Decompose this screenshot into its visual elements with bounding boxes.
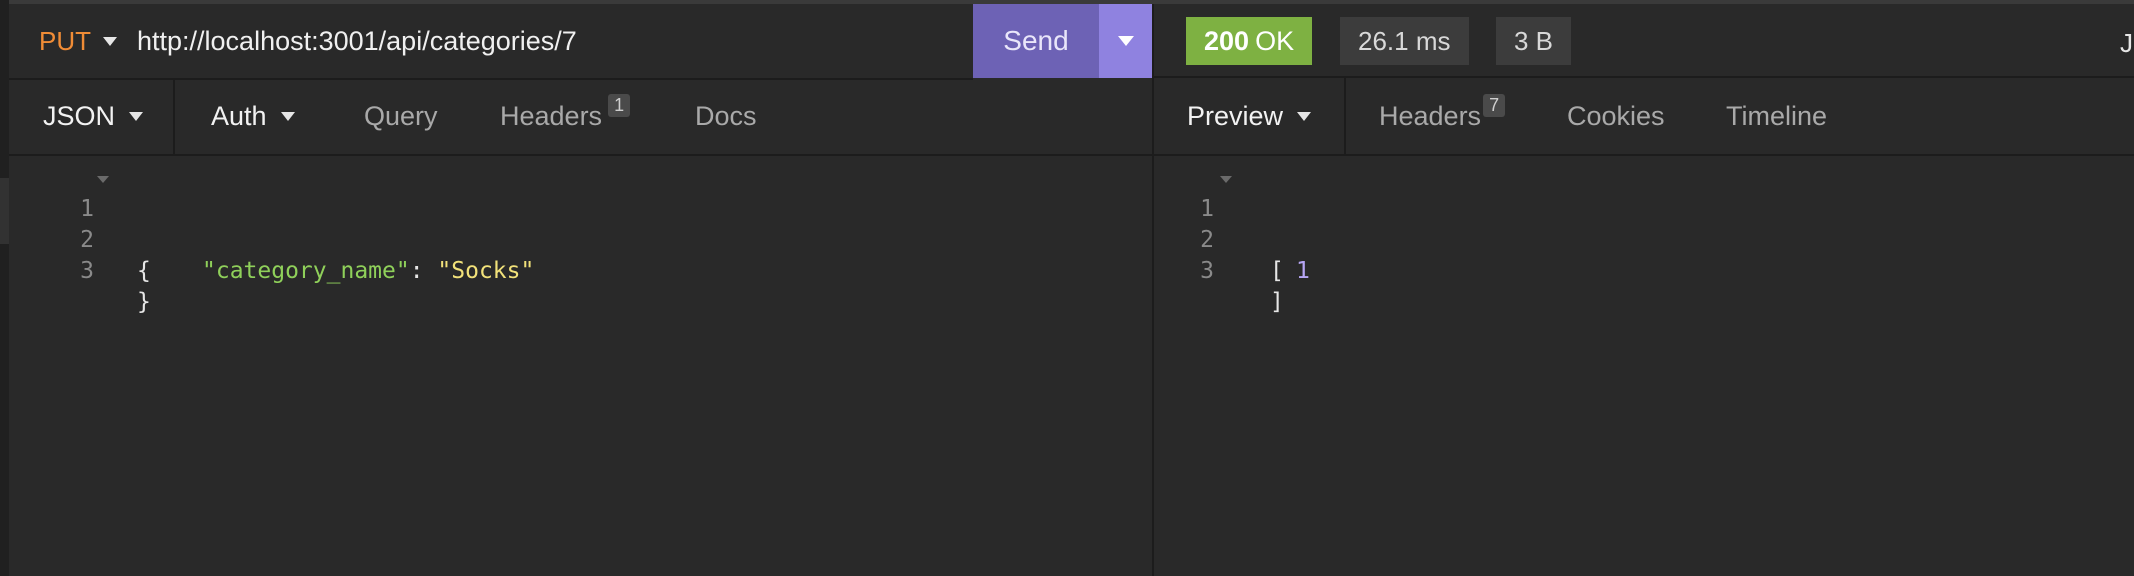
json-key: "category_name" bbox=[202, 258, 410, 284]
tab-label: Docs bbox=[695, 100, 757, 131]
brace-open: { bbox=[137, 258, 151, 284]
code-line: 2 "category_name": "Socks" bbox=[9, 194, 1109, 284]
code-line: 3 ] bbox=[1154, 225, 2054, 315]
json-pair: "category_name": "Socks" bbox=[202, 256, 534, 287]
caret-down-icon bbox=[280, 111, 295, 121]
fold-arrow-icon[interactable] bbox=[97, 176, 109, 183]
tab-label: Query bbox=[364, 100, 438, 131]
response-status-bar: 200 OK 26.1 ms 3 B J bbox=[1152, 4, 2134, 78]
status-text: OK bbox=[1255, 25, 1295, 56]
code-line: 1 { bbox=[9, 163, 1109, 284]
url-input[interactable]: http://localhost:3001/api/categories/7 bbox=[137, 26, 577, 57]
code-line: 2 1 bbox=[1154, 194, 2054, 284]
tab-label: Cookies bbox=[1567, 100, 1665, 131]
send-dropdown-button[interactable] bbox=[1099, 4, 1152, 78]
code-line: 3 } bbox=[9, 225, 1109, 315]
tab-query[interactable]: Query bbox=[364, 78, 438, 154]
method-selector[interactable]: PUT bbox=[39, 26, 91, 57]
response-preview: 1 [ 2 1 3 ] bbox=[1152, 156, 2134, 576]
insomnia-window: PUT http://localhost:3001/api/categories… bbox=[0, 0, 2134, 576]
headers-count-badge: 7 bbox=[1483, 93, 1506, 117]
code-line: 1 [ bbox=[1154, 163, 2054, 284]
json-value: "Socks" bbox=[437, 258, 535, 284]
tab-label: Headers bbox=[500, 100, 603, 131]
fold-arrow-icon[interactable] bbox=[1220, 176, 1232, 183]
left-edge bbox=[0, 0, 9, 576]
tab-auth[interactable]: Auth bbox=[211, 78, 295, 154]
tab-preview[interactable]: Preview bbox=[1154, 78, 1346, 154]
caret-down-icon[interactable] bbox=[103, 36, 117, 46]
line-number: 3 bbox=[80, 258, 94, 284]
tab-docs[interactable]: Docs bbox=[695, 78, 757, 154]
tab-label: Preview bbox=[1187, 100, 1284, 131]
left-edge-marker bbox=[0, 178, 9, 244]
url-bar: PUT http://localhost:3001/api/categories… bbox=[9, 4, 973, 80]
tab-timeline[interactable]: Timeline bbox=[1726, 78, 1827, 154]
tab-label: Timeline bbox=[1726, 100, 1828, 131]
truncated-label: J bbox=[2120, 28, 2133, 58]
send-button[interactable]: Send bbox=[973, 4, 1099, 78]
request-tabs: JSON Auth Query Headers 1 Docs bbox=[9, 78, 1152, 156]
json-number: 1 bbox=[1296, 258, 1310, 284]
tab-label: Headers bbox=[1379, 100, 1482, 131]
caret-down-icon bbox=[1117, 36, 1134, 46]
status-badge: 200 OK bbox=[1186, 17, 1313, 65]
status-code: 200 bbox=[1204, 25, 1250, 56]
tab-label: Auth bbox=[211, 100, 267, 131]
headers-count-badge: 1 bbox=[608, 93, 631, 117]
tab-response-headers[interactable]: Headers 7 bbox=[1379, 78, 1506, 154]
caret-down-icon bbox=[129, 111, 144, 121]
brace-close: } bbox=[137, 289, 151, 315]
response-size-badge: 3 B bbox=[1496, 17, 1572, 65]
json-colon: : bbox=[409, 258, 438, 284]
line-number: 3 bbox=[1200, 258, 1214, 284]
response-tabs: Preview Headers 7 Cookies Timeline bbox=[1152, 78, 2134, 156]
tab-headers[interactable]: Headers 1 bbox=[500, 78, 631, 154]
tab-body-json[interactable]: JSON bbox=[9, 78, 175, 154]
response-time-badge: 26.1 ms bbox=[1340, 17, 1469, 65]
request-body-editor[interactable]: 1 { 2 "category_name": "Socks" 3 } bbox=[9, 156, 1152, 576]
bracket-close: ] bbox=[1270, 289, 1284, 315]
bracket-open: [ bbox=[1270, 258, 1284, 284]
caret-down-icon bbox=[1297, 111, 1312, 121]
tab-cookies[interactable]: Cookies bbox=[1567, 78, 1665, 154]
tab-label: JSON bbox=[43, 100, 116, 131]
